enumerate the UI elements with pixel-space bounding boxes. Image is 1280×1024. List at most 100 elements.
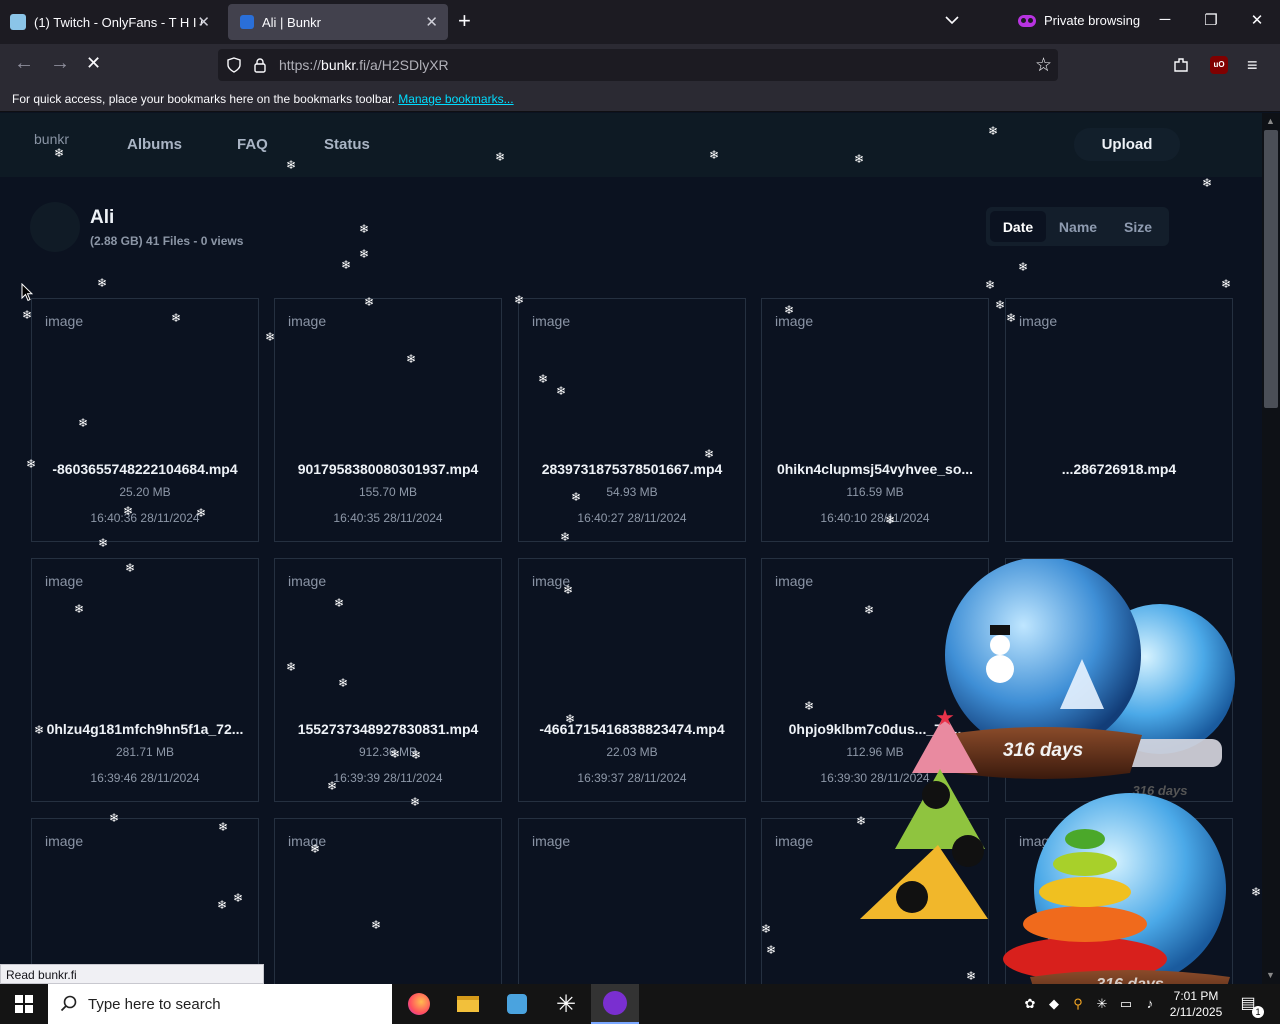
file-thumbnail[interactable]: image [45,313,83,329]
file-card[interactable]: image -8603655748222104684.mp4 25.20 MB 16:… [31,298,259,542]
clock-time: 7:01 PM [1173,989,1219,1003]
manage-bookmarks-link[interactable]: Manage bookmarks... [398,92,513,106]
file-card[interactable]: image ...286726918.mp4 [1005,298,1233,542]
mouse-cursor-icon [21,283,33,302]
file-card[interactable]: image 0hlzu4g181mfch9hn5f1a_72... 281.71 M… [31,558,259,802]
tab-title: (1) Twitch - OnlyFans - T H I C C [34,14,202,30]
file-thumbnail[interactable]: image [288,573,326,589]
file-thumbnail[interactable]: image [532,833,570,849]
sort-date-button[interactable]: Date [990,211,1046,242]
site-logo[interactable]: bunkr [34,131,69,147]
new-tab-button[interactable]: + [458,10,471,32]
tab-close-icon[interactable]: ✕ [425,13,438,31]
notification-count-badge: 1 [1252,1006,1264,1018]
file-date: 16:40:27 28/11/2024 [577,511,687,525]
file-card[interactable]: image 9017958380080301937.mp4 155.70 MB 16:… [274,298,502,542]
file-size: 25.20 MB [119,485,171,499]
file-card[interactable]: image 2839731875378501667.mp4 54.93 MB 16:4… [518,298,746,542]
file-size: 281.71 MB [115,745,175,759]
file-name[interactable]: 0hlzu4g181mfch9hn5f1a_72... [38,721,252,737]
volume-icon[interactable]: ♪ [1142,996,1158,1012]
scroll-up-icon[interactable]: ▲ [1266,116,1275,126]
stop-loading-icon[interactable]: ✕ [86,53,101,73]
tab-bunkr[interactable]: Ali | Bunkr ✕ [228,4,448,40]
file-card[interactable]: image [274,818,502,984]
svg-text:★: ★ [935,705,955,730]
upload-button[interactable]: Upload [1074,128,1180,161]
file-thumbnail[interactable]: image [288,833,326,849]
file-thumbnail[interactable]: image [775,313,813,329]
file-card[interactable]: image [31,818,259,984]
url-text[interactable]: https://bunkr.fi/a/H2SDlyXR [279,57,449,73]
network-icon[interactable]: ▭ [1118,996,1134,1012]
christmas-countdown-widget: 316 days 316 days ★ 316 days [860,559,1235,984]
snowflake-icon: ❄ [1221,277,1232,291]
extensions-puzzle-icon[interactable] [1172,56,1190,74]
countdown-label-bottom: 316 days [1096,976,1164,984]
taskbar-search[interactable]: Type here to search [48,984,392,1024]
sort-name-button[interactable]: Name [1050,211,1106,242]
file-explorer-icon[interactable] [444,984,492,1024]
nav-faq[interactable]: FAQ [237,136,268,153]
firefox-private-taskbar-icon[interactable] [591,984,639,1024]
tray-drop-icon[interactable]: ◆ [1046,996,1062,1012]
nav-status[interactable]: Status [324,136,370,153]
tab-close-icon[interactable]: ✕ [197,13,210,31]
forward-arrow-icon[interactable]: → [50,53,70,73]
tab-bar: (1) Twitch - OnlyFans - T H I C C ✕ Ali … [0,0,1280,44]
sort-size-button[interactable]: Size [1110,211,1166,242]
file-name[interactable]: ...286726918.mp4 [1012,461,1226,477]
album-avatar [30,202,80,252]
sparkle-app-icon[interactable]: ✳ [542,984,590,1024]
tracking-shield-icon[interactable] [226,57,242,73]
file-card[interactable]: image -4661715416838823474.mp4 22.03 MB 16:… [518,558,746,802]
lock-icon[interactable] [252,57,268,73]
minimize-icon[interactable]: ─ [1155,11,1175,28]
system-clock[interactable]: 7:01 PM 2/11/2025 [1163,988,1229,1020]
app-icon[interactable] [493,984,541,1024]
file-name[interactable]: 2839731875378501667.mp4 [525,461,739,477]
tab-title: Ali | Bunkr [262,14,322,30]
file-thumbnail[interactable]: image [775,573,813,589]
file-name[interactable]: 9017958380080301937.mp4 [281,461,495,477]
file-card[interactable]: image 0hikn4clupmsj54vyhvee_so... 116.59 M… [761,298,989,542]
file-thumbnail[interactable]: image [288,313,326,329]
back-arrow-icon[interactable]: ← [14,53,34,73]
file-name[interactable]: -8603655748222104684.mp4 [38,461,252,477]
windows-logo-icon [15,995,33,1013]
scrollbar-thumb[interactable] [1264,130,1278,408]
bookmark-star-icon[interactable]: ☆ [1035,54,1052,77]
scroll-down-icon[interactable]: ▼ [1266,970,1275,980]
file-thumbnail[interactable]: image [532,313,570,329]
file-name[interactable]: 1552737348927830831.mp4 [281,721,495,737]
ublock-origin-icon[interactable]: uO [1210,56,1228,74]
bunkr-favicon-icon [240,15,254,29]
close-window-icon[interactable]: ✕ [1247,11,1267,29]
file-thumbnail[interactable]: image [45,573,83,589]
firefox-taskbar-icon[interactable] [395,984,443,1024]
file-thumbnail[interactable]: image [45,833,83,849]
address-bar[interactable]: https://bunkr.fi/a/H2SDlyXR ☆ [218,49,1058,81]
windows-start-button[interactable] [0,984,48,1024]
tray-app-icon[interactable]: ✿ [1022,996,1038,1012]
snowflake-icon: ❄ [1202,176,1213,190]
hamburger-menu-icon[interactable]: ≡ [1247,56,1265,74]
tray-star-icon[interactable]: ✳ [1094,996,1110,1012]
file-card[interactable]: image [518,818,746,984]
page-scrollbar[interactable]: ▲ ▼ [1262,113,1280,984]
search-placeholder: Type here to search [88,995,221,1013]
tab-twitch[interactable]: (1) Twitch - OnlyFans - T H I C C ✕ [6,4,220,40]
file-thumbnail[interactable]: image [1019,313,1057,329]
file-card[interactable]: image 1552737348927830831.mp4 912.36 MB 16:… [274,558,502,802]
chevron-down-icon[interactable] [944,12,960,28]
page-content: bunkr Albums FAQ Status Upload Ali (2.88… [0,113,1262,984]
tray-search-icon[interactable]: ⚲ [1070,996,1086,1012]
windows-taskbar: Type here to search ✳ ✿ ◆ ⚲ ✳ ▭ ♪ 7:01 P… [0,984,1280,1024]
file-name[interactable]: 0hikn4clupmsj54vyhvee_so... [768,461,982,477]
file-size: 54.93 MB [606,485,658,499]
file-name[interactable]: -4661715416838823474.mp4 [525,721,739,737]
file-thumbnail[interactable]: image [775,833,813,849]
file-thumbnail[interactable]: image [532,573,570,589]
nav-albums[interactable]: Albums [127,136,182,153]
restore-icon[interactable]: ❐ [1201,11,1221,29]
